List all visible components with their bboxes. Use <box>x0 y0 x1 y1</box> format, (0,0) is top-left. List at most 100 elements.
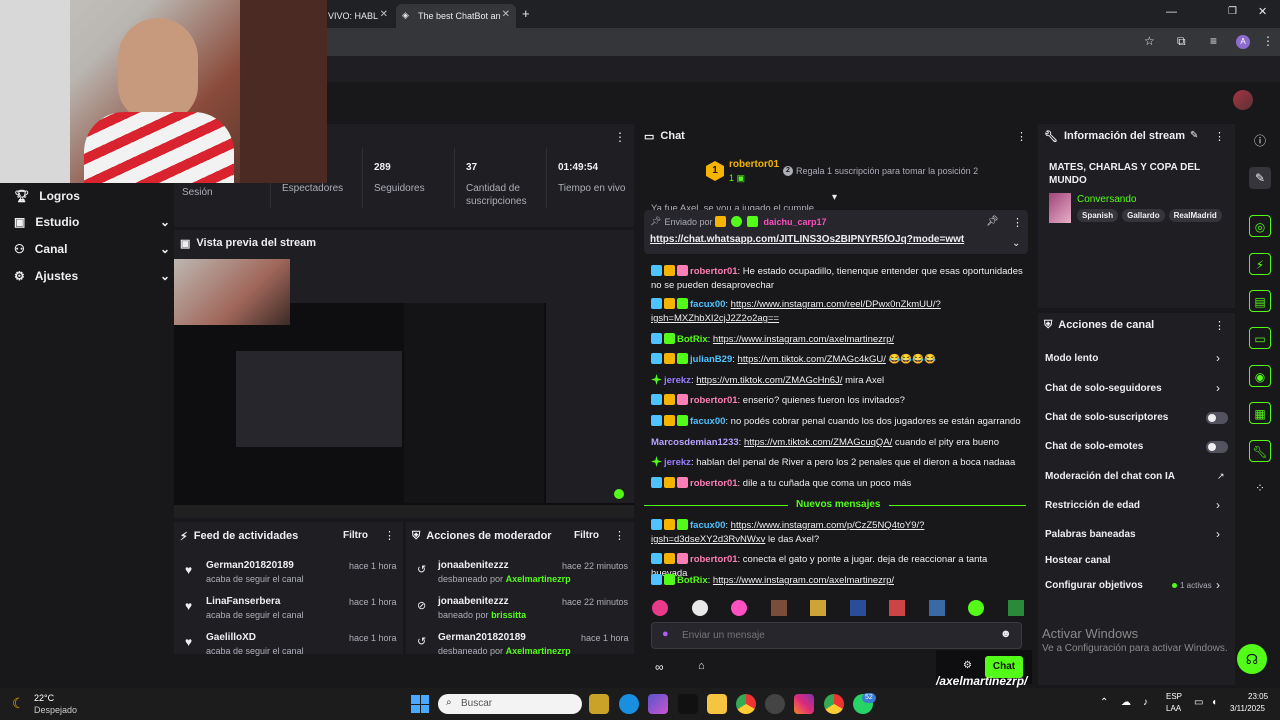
more-icon[interactable]: ⋮ <box>1214 130 1225 143</box>
chat-username[interactable]: robertor01 <box>690 478 738 489</box>
mod-filter-button[interactable]: Filtro <box>574 530 599 541</box>
taskbar-search[interactable] <box>438 694 582 714</box>
pin-icon[interactable]: 📌︎ <box>986 216 999 227</box>
mod-by-user[interactable]: brissitta <box>491 610 526 620</box>
chat-username[interactable]: jerekz <box>664 457 691 468</box>
clipboard-icon[interactable]: ▤ <box>1249 290 1271 312</box>
user-avatar[interactable] <box>1233 90 1253 110</box>
bolt-icon[interactable]: ⚡︎ <box>1249 253 1271 275</box>
browser-tab-active[interactable]: ◈ The best ChatBot an ✕ <box>396 4 516 28</box>
store-icon[interactable]: ⌂ <box>698 660 705 672</box>
pinned-user[interactable]: daichu_carp17 <box>763 217 826 227</box>
instagram-icon[interactable] <box>794 694 814 714</box>
more-icon[interactable]: ⋮ <box>384 529 395 542</box>
support-button[interactable]: ☊ <box>1237 644 1267 674</box>
minimize-icon[interactable]: — <box>1166 6 1177 18</box>
gift-cta[interactable]: Regala 1 suscripción para tomar la posic… <box>796 166 978 176</box>
chevron-right-icon[interactable]: › <box>1216 351 1220 365</box>
chat-username[interactable]: BotRix <box>677 334 708 345</box>
maximize-icon[interactable]: ❐ <box>1228 6 1237 17</box>
emote-icon[interactable] <box>1007 600 1024 616</box>
top-gifter-name[interactable]: robertor01 <box>729 159 779 170</box>
feed-user[interactable]: LinaFanserbera <box>206 596 280 607</box>
lang-code[interactable]: ESP <box>1166 692 1182 701</box>
chevron-right-icon[interactable]: › <box>1216 381 1220 395</box>
emote-icon[interactable] <box>691 600 708 616</box>
chat-link[interactable]: https://www.instagram.com/axelmartinezrp… <box>713 575 894 586</box>
chevron-up-icon[interactable]: ⌃ <box>1100 697 1108 708</box>
nav-item-logros[interactable]: 🏆︎ Logros <box>14 189 80 203</box>
mod-target-user[interactable]: German201820189 <box>438 632 526 643</box>
tiktok-icon[interactable] <box>678 694 698 714</box>
chat-icon[interactable]: ▭ <box>1249 327 1271 349</box>
chevron-right-icon[interactable]: › <box>1216 498 1220 512</box>
pinned-link[interactable]: https://chat.whatsapp.com/JITLINS3Os2BIP… <box>650 234 964 245</box>
mod-by-user[interactable]: Axelmartinezrp <box>506 646 571 656</box>
channel-action-item[interactable]: Restricción de edad <box>1045 500 1140 511</box>
chat-username[interactable]: robertor01 <box>690 266 738 277</box>
channel-action-item[interactable]: Chat de solo-suscriptores <box>1045 412 1168 423</box>
chat-username[interactable]: facux00 <box>690 299 725 310</box>
emote-icon[interactable] <box>652 600 668 616</box>
channel-action-item[interactable]: Modo lento <box>1045 353 1098 364</box>
chat-link[interactable]: https://www.instagram.com/axelmartinezrp… <box>713 334 894 345</box>
weather-temp[interactable]: 22°C <box>34 693 54 703</box>
tag[interactable]: Spanish <box>1077 209 1119 222</box>
channel-action-item[interactable]: Palabras baneadas <box>1045 529 1136 540</box>
chat-link[interactable]: https://vm.tiktok.com/ZMAGcHn6J/ <box>696 375 842 386</box>
nav-item-estudio[interactable]: ▣ Estudio ⌄ <box>14 215 170 229</box>
folder-icon[interactable] <box>707 694 727 714</box>
rewards-icon[interactable]: ∞ <box>655 660 664 674</box>
chat-username[interactable]: BotRix <box>677 575 708 586</box>
chat-username[interactable]: facux00 <box>690 520 725 531</box>
emote-icon[interactable] <box>849 600 866 616</box>
emote-icon[interactable] <box>770 600 787 616</box>
emoji-icon[interactable]: ☻ <box>1000 628 1012 640</box>
chevron-down-icon[interactable]: ⌄ <box>1012 238 1020 249</box>
channel-action-item[interactable]: Configurar objetivos <box>1045 580 1143 591</box>
chevron-right-icon[interactable]: › <box>1216 578 1220 592</box>
stream-preview[interactable] <box>174 259 634 517</box>
close-icon[interactable]: ✕ <box>502 9 510 20</box>
feed-user[interactable]: German201820189 <box>206 560 294 571</box>
volume-icon[interactable]: ◖ <box>1211 697 1217 708</box>
mic-icon[interactable]: ● <box>662 628 669 640</box>
feed-filter-button[interactable]: Filtro <box>343 530 368 541</box>
clock-time[interactable]: 23:05 <box>1248 692 1268 701</box>
channel-action-item[interactable]: Hostear canal <box>1045 555 1111 566</box>
chat-link[interactable]: https://vm.tiktok.com/ZMAGcuqQA/ <box>744 437 892 448</box>
menu-icon[interactable]: ⋮ <box>1262 34 1274 48</box>
media-icon[interactable]: ≡ <box>1210 34 1217 48</box>
chat-username[interactable]: robertor01 <box>690 554 738 565</box>
chat-username[interactable]: Marcosdemian1233 <box>651 437 739 448</box>
nav-item-canal[interactable]: ⚇ Canal ⌄ <box>14 242 170 256</box>
emote-icon[interactable] <box>889 600 906 616</box>
emote-icon[interactable] <box>731 600 748 616</box>
edit-icon[interactable]: ✎ <box>1190 130 1198 141</box>
toggle-switch[interactable] <box>1206 441 1228 453</box>
more-icon[interactable]: ⋮ <box>614 529 625 542</box>
new-tab-button[interactable]: + <box>522 6 530 21</box>
channel-action-item[interactable]: Moderación del chat con IA <box>1045 471 1175 482</box>
chevron-right-icon[interactable]: › <box>1216 527 1220 541</box>
chat-username[interactable]: facux00 <box>690 416 725 427</box>
external-link-icon[interactable]: ↗ <box>1217 471 1225 482</box>
broadcast-icon[interactable]: ◉ <box>1249 365 1271 387</box>
close-icon[interactable]: ✕ <box>380 9 388 20</box>
category-name[interactable]: Conversando <box>1077 194 1136 205</box>
copilot-icon[interactable] <box>648 694 668 714</box>
mic-icon[interactable]: ♪ <box>1143 697 1148 708</box>
nav-item-ajustes[interactable]: ⚙ Ajustes ⌄ <box>14 269 170 283</box>
emote-icon[interactable] <box>968 600 985 616</box>
tag[interactable]: RealMadrid <box>1168 209 1222 222</box>
windows-start-icon[interactable] <box>411 695 429 713</box>
target-icon[interactable]: ◎ <box>1249 215 1271 237</box>
emote-icon[interactable] <box>810 600 827 616</box>
chat-username[interactable]: jerekz <box>664 375 691 386</box>
more-dots-icon[interactable]: ⁘ <box>1249 477 1271 499</box>
wrench-icon[interactable]: 🔧︎ <box>1249 440 1271 462</box>
scroll-down-icon[interactable]: ▾ <box>832 192 837 203</box>
mod-by-user[interactable]: Axelmartinezrp <box>506 574 571 584</box>
channel-action-item[interactable]: Chat de solo-seguidores <box>1045 383 1162 394</box>
feed-user[interactable]: GaelilloXD <box>206 632 256 643</box>
